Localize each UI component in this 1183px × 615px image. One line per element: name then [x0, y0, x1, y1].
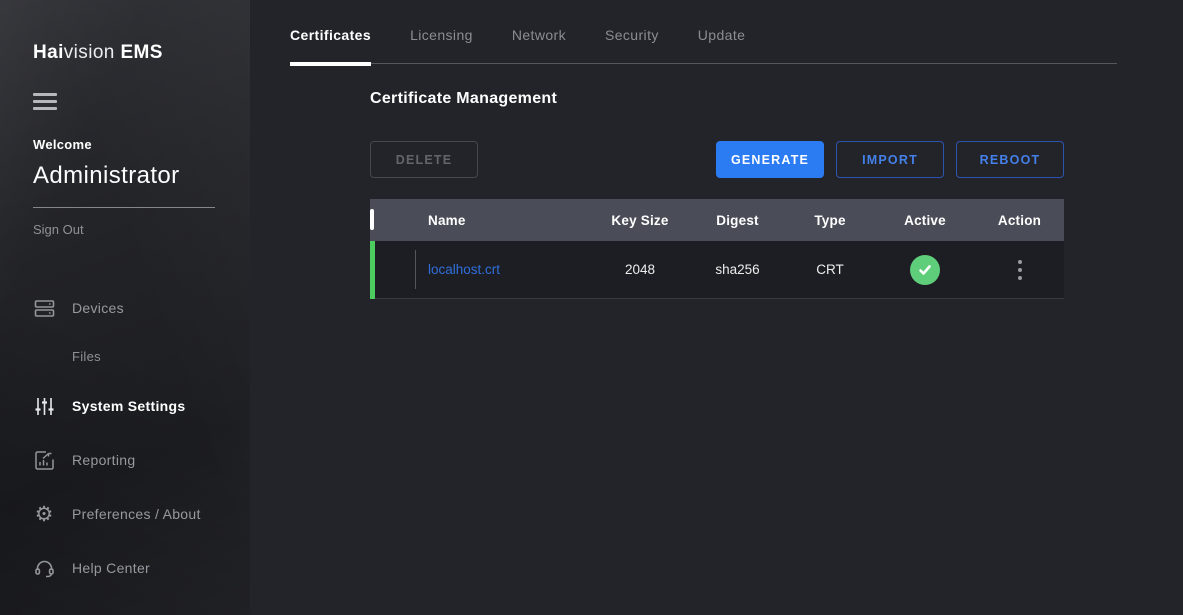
- tab-licensing[interactable]: Licensing: [410, 27, 473, 63]
- sidebar-divider: [33, 207, 215, 208]
- page-title: Certificate Management: [370, 90, 1064, 108]
- sidebar-item-system-settings[interactable]: System Settings: [33, 393, 250, 419]
- delete-button[interactable]: DELETE: [370, 141, 478, 178]
- chart-icon: [33, 449, 55, 471]
- certificate-name-link[interactable]: localhost.crt: [428, 262, 500, 277]
- column-header-active: Active: [875, 213, 975, 228]
- tab-network[interactable]: Network: [512, 27, 566, 63]
- settings-tab-bar: Certificates Licensing Network Security …: [290, 0, 1117, 64]
- table-row: localhost.crt 2048 sha256 CRT: [370, 241, 1064, 299]
- sidebar-item-label: Reporting: [72, 452, 135, 468]
- brand-part: vision: [64, 42, 115, 63]
- cell-key-size: 2048: [590, 262, 690, 277]
- generate-button[interactable]: GENERATE: [716, 141, 824, 178]
- sliders-icon: [33, 395, 55, 417]
- headset-icon: [33, 557, 55, 579]
- tab-update[interactable]: Update: [698, 27, 746, 63]
- row-actions-kebab-icon[interactable]: [1011, 256, 1029, 284]
- reboot-button[interactable]: REBOOT: [956, 141, 1064, 178]
- sidebar-item-devices[interactable]: Devices: [33, 295, 250, 321]
- sidebar: Haivision EMS Welcome Administrator Sign…: [0, 0, 250, 615]
- main-area: Certificates Licensing Network Security …: [250, 0, 1183, 615]
- certificates-table: Name Key Size Digest Type Active Action …: [370, 199, 1064, 299]
- hamburger-menu-icon[interactable]: [33, 93, 57, 110]
- sidebar-item-label: Help Center: [72, 560, 150, 576]
- sidebar-item-files[interactable]: Files: [72, 343, 250, 369]
- sidebar-item-preferences-about[interactable]: ⚙ Preferences / About: [33, 501, 250, 527]
- app-logo: Haivision EMS: [33, 42, 250, 64]
- table-header-row: Name Key Size Digest Type Active Action: [370, 199, 1064, 241]
- app-window: Haivision EMS Welcome Administrator Sign…: [0, 0, 1183, 615]
- sidebar-item-label: Preferences / About: [72, 506, 201, 522]
- toolbar: DELETE GENERATE IMPORT REBOOT: [370, 141, 1064, 178]
- brand-part: Hai: [33, 42, 64, 63]
- gear-icon: ⚙: [33, 503, 55, 525]
- devices-icon: [33, 297, 55, 319]
- cell-type: CRT: [785, 262, 875, 277]
- column-header-type: Type: [785, 213, 875, 228]
- select-all-checkbox[interactable]: [370, 209, 374, 230]
- tab-security[interactable]: Security: [605, 27, 659, 63]
- sidebar-item-label: Files: [72, 349, 101, 364]
- column-header-name: Name: [416, 213, 590, 228]
- column-header-action: Action: [975, 213, 1064, 228]
- cell-digest: sha256: [690, 262, 785, 277]
- row-checkbox[interactable]: [370, 259, 374, 280]
- sign-out-link[interactable]: Sign Out: [33, 222, 250, 237]
- sidebar-item-help-center[interactable]: Help Center: [33, 555, 250, 581]
- column-header-key-size: Key Size: [590, 213, 690, 228]
- sidebar-nav: Devices Files System Settings: [33, 295, 250, 581]
- current-username: Administrator: [33, 162, 250, 190]
- welcome-label: Welcome: [33, 137, 250, 152]
- tab-certificates[interactable]: Certificates: [290, 27, 371, 63]
- sidebar-item-label: Devices: [72, 300, 124, 316]
- sidebar-item-reporting[interactable]: Reporting: [33, 447, 250, 473]
- column-header-digest: Digest: [690, 213, 785, 228]
- sidebar-item-label: System Settings: [72, 398, 185, 414]
- brand-part: EMS: [120, 42, 162, 63]
- certificates-panel: Certificate Management DELETE GENERATE I…: [370, 64, 1064, 299]
- active-check-icon: [910, 255, 940, 285]
- import-button[interactable]: IMPORT: [836, 141, 944, 178]
- toolbar-right-group: GENERATE IMPORT REBOOT: [716, 141, 1064, 178]
